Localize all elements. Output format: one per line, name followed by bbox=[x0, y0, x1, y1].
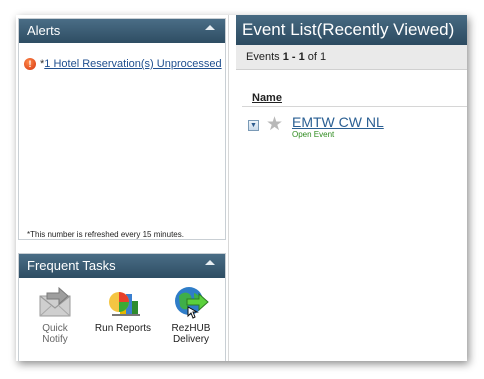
rezhub-label-line1: RezHUB bbox=[171, 323, 211, 334]
alerts-title: Alerts bbox=[27, 23, 61, 38]
rezhub-label-line2: Delivery bbox=[172, 334, 210, 345]
rezhub-delivery-task[interactable]: RezHUB Delivery bbox=[159, 285, 223, 345]
event-pager: Events 1 - 1 of 1 bbox=[236, 45, 467, 70]
run-reports-label: Run Reports bbox=[94, 323, 152, 334]
alert-icon: ! bbox=[24, 58, 36, 70]
name-column-header[interactable]: Name bbox=[252, 92, 282, 104]
envelope-icon bbox=[39, 286, 71, 317]
table-row: ▼ ★ EMTW CW NL Open Event bbox=[236, 113, 467, 143]
alerts-panel-header: Alerts bbox=[19, 19, 225, 43]
pager-range-sep: - bbox=[288, 51, 299, 63]
right-column: Event List(Recently Viewed) Events 1 - 1… bbox=[236, 15, 467, 361]
app-frame: Alerts ! * 1 Hotel Reservation(s) Unproc… bbox=[16, 15, 467, 361]
refresh-note: *This number is refreshed every 15 minut… bbox=[27, 230, 184, 239]
event-list-header: Event List(Recently Viewed) bbox=[236, 15, 467, 45]
left-column: Alerts ! * 1 Hotel Reservation(s) Unproc… bbox=[16, 15, 229, 361]
quick-notify-task[interactable]: Quick Notify bbox=[23, 285, 87, 345]
alert-item: ! * 1 Hotel Reservation(s) Unprocessed bbox=[24, 58, 222, 70]
globe-delivery-icon bbox=[175, 287, 209, 319]
collapse-tasks-icon[interactable] bbox=[205, 260, 215, 265]
collapse-alerts-icon[interactable] bbox=[205, 25, 215, 30]
column-divider bbox=[242, 106, 467, 107]
star-icon[interactable]: ★ bbox=[266, 115, 283, 134]
event-status: Open Event bbox=[292, 130, 335, 139]
alerts-panel: Alerts ! * 1 Hotel Reservation(s) Unproc… bbox=[18, 18, 226, 240]
frequent-tasks-header: Frequent Tasks bbox=[19, 254, 225, 278]
frequent-tasks-title: Frequent Tasks bbox=[27, 258, 116, 273]
report-chart-icon bbox=[109, 292, 140, 316]
event-list-title: Event List(Recently Viewed) bbox=[242, 20, 455, 39]
quick-notify-label-line1: Quick bbox=[42, 323, 68, 334]
quick-notify-label-line2: Notify bbox=[42, 334, 68, 345]
pager-prefix: Events bbox=[246, 51, 283, 63]
run-reports-task[interactable]: Run Reports bbox=[91, 285, 155, 334]
expand-row-icon[interactable]: ▼ bbox=[248, 120, 259, 131]
hotel-reservation-alert-link[interactable]: 1 Hotel Reservation(s) Unprocessed bbox=[44, 58, 221, 70]
frequent-tasks-panel: Frequent Tasks Quick Notify Run Reports … bbox=[18, 253, 226, 361]
pager-total: of 1 bbox=[304, 51, 327, 63]
event-name-link[interactable]: EMTW CW NL bbox=[292, 114, 384, 130]
